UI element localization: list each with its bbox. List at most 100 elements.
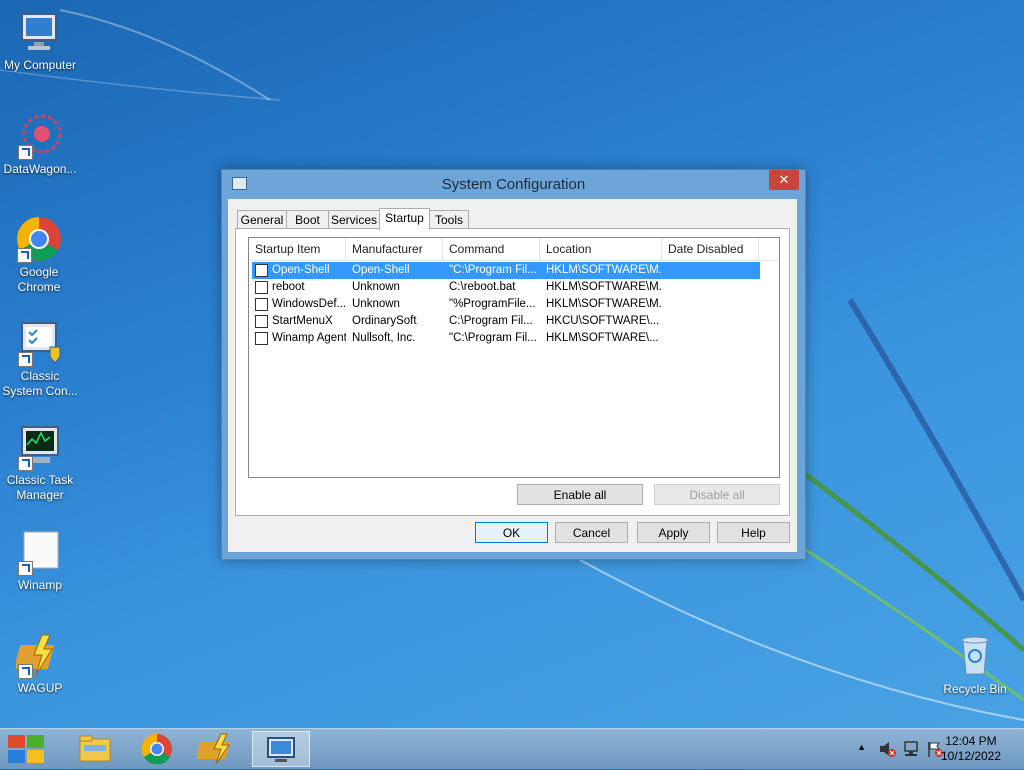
table-row[interactable]: StartMenuX OrdinarySoft C:\Program Fil..… bbox=[252, 313, 760, 330]
shortcut-arrow-icon bbox=[18, 561, 33, 576]
apply-button[interactable]: Apply bbox=[637, 522, 710, 543]
wagup-icon bbox=[13, 631, 64, 679]
shortcut-arrow-icon bbox=[17, 248, 32, 263]
taskbar-system-configuration[interactable] bbox=[252, 731, 310, 767]
column-header-location[interactable]: Location bbox=[540, 238, 662, 260]
cell-manufacturer: Unknown bbox=[352, 298, 400, 310]
desktop-icon-label: My Computer bbox=[3, 58, 77, 72]
desktop-icon-datawagon[interactable]: DataWagon... bbox=[0, 112, 80, 177]
close-icon: ✕ bbox=[778, 172, 790, 187]
desktop-icon-winamp[interactable]: Winamp bbox=[0, 528, 80, 593]
cell-command: "%ProgramFile... bbox=[449, 298, 536, 310]
clock-time: 12:04 PM bbox=[945, 734, 997, 748]
window-titlebar[interactable]: System Configuration ✕ bbox=[222, 170, 805, 199]
window-title: System Configuration bbox=[441, 176, 586, 193]
recycle-bin-icon bbox=[951, 632, 999, 680]
shortcut-arrow-icon bbox=[18, 145, 33, 160]
desktop-icon-label: Recycle Bin bbox=[943, 682, 1007, 696]
cell-location: HKLM\SOFTWARE\M... bbox=[546, 281, 662, 293]
column-header-startup-item[interactable]: Startup Item bbox=[249, 238, 346, 260]
cell-command: "C:\Program Fil... bbox=[449, 264, 537, 276]
desktop-icon-my-computer[interactable]: My Computer bbox=[0, 8, 80, 73]
tab-general[interactable]: General bbox=[237, 210, 287, 229]
list-header: Startup Item Manufacturer Command Locati… bbox=[249, 238, 779, 261]
row-checkbox[interactable] bbox=[255, 315, 268, 328]
cell-location: HKLM\SOFTWARE\... bbox=[546, 332, 659, 344]
taskbar-clock[interactable]: 12:04 PM 10/12/2022 bbox=[936, 734, 1006, 764]
shortcut-arrow-icon bbox=[18, 456, 33, 471]
ok-button[interactable]: OK bbox=[475, 522, 548, 543]
volume-muted-icon[interactable] bbox=[878, 740, 896, 758]
cell-manufacturer: Unknown bbox=[352, 281, 400, 293]
cell-startup-item: WindowsDef... bbox=[272, 298, 346, 310]
row-checkbox[interactable] bbox=[255, 264, 268, 277]
cell-manufacturer: Open-Shell bbox=[352, 264, 410, 276]
cell-startup-item: Open-Shell bbox=[272, 264, 330, 276]
chrome-icon bbox=[15, 215, 63, 263]
disable-all-button[interactable]: Disable all bbox=[654, 484, 780, 505]
close-button[interactable]: ✕ bbox=[769, 170, 799, 190]
start-icon bbox=[8, 735, 44, 763]
cell-manufacturer: Nullsoft, Inc. bbox=[352, 332, 416, 344]
folder-icon bbox=[79, 735, 111, 762]
startup-items-list[interactable]: Startup Item Manufacturer Command Locati… bbox=[248, 237, 780, 478]
cancel-button[interactable]: Cancel bbox=[555, 522, 628, 543]
system-configuration-window: System Configuration ✕ General Boot Serv… bbox=[221, 169, 806, 560]
taskbar: ▲ 12:04 PM 10/12/2022 bbox=[0, 728, 1024, 769]
desktop-icon-label: Classic Task Manager bbox=[6, 473, 74, 502]
taskbar-file-explorer[interactable] bbox=[73, 731, 117, 767]
table-row[interactable]: WindowsDef... Unknown "%ProgramFile... H… bbox=[252, 296, 760, 313]
window-client-area: General Boot Services Startup Tools Star… bbox=[228, 199, 797, 552]
clock-date: 10/12/2022 bbox=[940, 749, 1002, 763]
cell-startup-item: StartMenuX bbox=[272, 315, 333, 327]
task-manager-icon bbox=[16, 423, 64, 471]
tab-services[interactable]: Services bbox=[328, 210, 380, 229]
cell-location: HKLM\SOFTWARE\M... bbox=[546, 298, 662, 310]
desktop-icon-label: Google Chrome bbox=[17, 265, 61, 294]
cell-startup-item: reboot bbox=[272, 281, 305, 293]
cell-command: "C:\Program Fil... bbox=[449, 332, 537, 344]
column-header-command[interactable]: Command bbox=[443, 238, 540, 260]
desktop-icon-classic-task-manager[interactable]: Classic Task Manager bbox=[0, 423, 80, 503]
desktop-icon-label: Winamp bbox=[17, 578, 62, 592]
cell-startup-item: Winamp Agent bbox=[272, 332, 346, 344]
desktop-icon-label: DataWagon... bbox=[3, 162, 77, 176]
shortcut-arrow-icon bbox=[18, 664, 33, 679]
system-config-icon bbox=[16, 319, 64, 367]
chrome-icon bbox=[141, 733, 172, 765]
wagup-icon bbox=[195, 733, 231, 765]
desktop-icon-label: Classic System Con... bbox=[2, 369, 78, 398]
desktop-icon-label: WAGUP bbox=[17, 681, 63, 695]
network-icon[interactable] bbox=[902, 740, 920, 758]
cell-location: HKCU\SOFTWARE\... bbox=[546, 315, 660, 327]
tab-boot[interactable]: Boot bbox=[286, 210, 329, 229]
column-header-date-disabled[interactable]: Date Disabled bbox=[662, 238, 759, 260]
start-button[interactable] bbox=[4, 731, 48, 767]
help-button[interactable]: Help bbox=[717, 522, 790, 543]
msconfig-icon bbox=[267, 737, 295, 762]
column-header-manufacturer[interactable]: Manufacturer bbox=[346, 238, 443, 260]
row-checkbox[interactable] bbox=[255, 298, 268, 311]
cell-manufacturer: OrdinarySoft bbox=[352, 315, 417, 327]
show-hidden-icons-button[interactable]: ▲ bbox=[857, 742, 866, 752]
row-checkbox[interactable] bbox=[255, 281, 268, 294]
datawagon-icon bbox=[16, 112, 64, 160]
table-row[interactable]: reboot Unknown C:\reboot.bat HKLM\SOFTWA… bbox=[252, 279, 760, 296]
taskbar-chrome[interactable] bbox=[135, 731, 179, 767]
row-checkbox[interactable] bbox=[255, 332, 268, 345]
desktop-icon-classic-system-config[interactable]: Classic System Con... bbox=[0, 319, 80, 399]
taskbar-wagup[interactable] bbox=[195, 731, 241, 767]
table-row[interactable]: Winamp Agent Nullsoft, Inc. "C:\Program … bbox=[252, 330, 760, 347]
desktop-icon-wagup[interactable]: WAGUP bbox=[0, 631, 80, 696]
cell-location: HKLM\SOFTWARE\M... bbox=[546, 264, 662, 276]
startup-tab-panel: Startup Item Manufacturer Command Locati… bbox=[235, 228, 790, 516]
computer-icon bbox=[16, 8, 64, 56]
tab-startup[interactable]: Startup bbox=[379, 208, 430, 230]
tab-tools[interactable]: Tools bbox=[429, 210, 469, 229]
table-row[interactable]: Open-Shell Open-Shell "C:\Program Fil...… bbox=[252, 262, 760, 279]
desktop-icon-google-chrome[interactable]: Google Chrome bbox=[0, 215, 78, 295]
desktop-icon-recycle-bin[interactable]: Recycle Bin bbox=[935, 632, 1015, 697]
enable-all-button[interactable]: Enable all bbox=[517, 484, 643, 505]
winamp-icon bbox=[16, 528, 64, 576]
cell-command: C:\reboot.bat bbox=[449, 281, 516, 293]
